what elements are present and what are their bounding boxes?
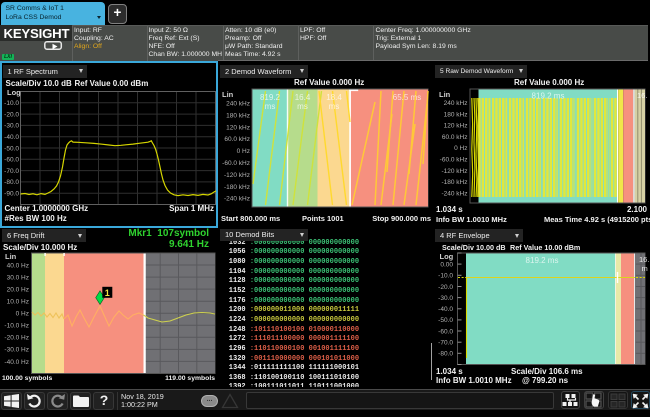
svg-text:-60.0: -60.0 <box>4 156 19 163</box>
svg-text:16.4: 16.4 <box>295 93 311 102</box>
svg-text:240 kHz: 240 kHz <box>444 100 468 107</box>
svg-text:30.0 Hz: 30.0 Hz <box>7 274 29 281</box>
svg-text:-40.0 Hz: -40.0 Hz <box>4 359 29 366</box>
svg-text:-80.0: -80.0 <box>438 351 453 358</box>
svg-text:-60.0: -60.0 <box>438 328 453 335</box>
svg-text:ms: ms <box>265 102 276 111</box>
svg-text:-30.0: -30.0 <box>4 122 19 129</box>
svg-text:-120 kHz: -120 kHz <box>441 168 467 175</box>
svg-text:120 kHz: 120 kHz <box>444 123 468 130</box>
svg-text:180 kHz: 180 kHz <box>444 111 468 118</box>
svg-text:ms: ms <box>329 102 340 111</box>
svg-text:180 kHz: 180 kHz <box>226 112 250 119</box>
svg-text:819.2: 819.2 <box>260 93 281 102</box>
svg-text:0 Hz: 0 Hz <box>454 145 467 152</box>
svg-text:-40.0: -40.0 <box>4 134 19 141</box>
svg-text:0 Hz: 0 Hz <box>16 311 29 318</box>
svg-text:-70.0: -70.0 <box>438 340 453 347</box>
svg-text:-30.0 Hz: -30.0 Hz <box>4 347 29 354</box>
svg-text:-60.0 kHz: -60.0 kHz <box>440 157 468 164</box>
svg-text:-10.0 Hz: -10.0 Hz <box>4 323 29 330</box>
svg-text:-60.0 kHz: -60.0 kHz <box>222 160 250 167</box>
svg-text:-90.0: -90.0 <box>4 190 19 197</box>
svg-text:ms: ms <box>297 102 308 111</box>
svg-text:-80.0: -80.0 <box>4 179 19 186</box>
svg-text:Log: Log <box>7 88 21 97</box>
svg-text:819.2 ms: 819.2 ms <box>526 256 559 265</box>
svg-text:-240 kHz: -240 kHz <box>441 190 467 197</box>
svg-text:-10.0: -10.0 <box>438 273 453 280</box>
svg-text:16.: 16. <box>637 91 647 100</box>
svg-text:240 kHz: 240 kHz <box>226 101 250 108</box>
svg-text:-70.0: -70.0 <box>4 167 19 174</box>
svg-text:65.5 ms: 65.5 ms <box>393 93 421 102</box>
svg-text:10.0 Hz: 10.0 Hz <box>7 299 29 306</box>
svg-text:-240 kHz: -240 kHz <box>224 196 250 203</box>
svg-text:Lin: Lin <box>5 252 17 261</box>
svg-text:-10.0: -10.0 <box>4 100 19 107</box>
svg-text:-50.0: -50.0 <box>4 145 19 152</box>
svg-text:60.0 kHz: 60.0 kHz <box>224 136 250 143</box>
svg-text:-20.0: -20.0 <box>4 111 19 118</box>
svg-text:-30.0: -30.0 <box>438 295 453 302</box>
svg-text:0.00: 0.00 <box>440 261 453 268</box>
svg-text:40.0 Hz: 40.0 Hz <box>7 262 29 269</box>
svg-text:16.: 16. <box>639 255 649 264</box>
svg-text:Lin: Lin <box>222 90 234 99</box>
svg-text:1: 1 <box>105 288 110 298</box>
svg-text:0 Hz: 0 Hz <box>237 148 250 155</box>
svg-text:-50.0: -50.0 <box>438 317 453 324</box>
svg-text:18.4: 18.4 <box>326 93 342 102</box>
svg-text:819.2 ms: 819.2 ms <box>532 92 565 101</box>
svg-text:m: m <box>642 264 648 273</box>
svg-text:Lin: Lin <box>439 90 451 99</box>
svg-text:-20.0 Hz: -20.0 Hz <box>4 335 29 342</box>
svg-text:-120 kHz: -120 kHz <box>224 172 250 179</box>
svg-text:-40.0: -40.0 <box>438 306 453 313</box>
svg-text:-180 kHz: -180 kHz <box>224 184 250 191</box>
svg-text:-20.0: -20.0 <box>438 284 453 291</box>
svg-text:20.0 Hz: 20.0 Hz <box>7 287 29 294</box>
svg-text:120 kHz: 120 kHz <box>226 124 250 131</box>
svg-text:-180 kHz: -180 kHz <box>441 179 467 186</box>
svg-text:Log: Log <box>440 252 454 261</box>
svg-text:60.0 kHz: 60.0 kHz <box>442 134 468 141</box>
